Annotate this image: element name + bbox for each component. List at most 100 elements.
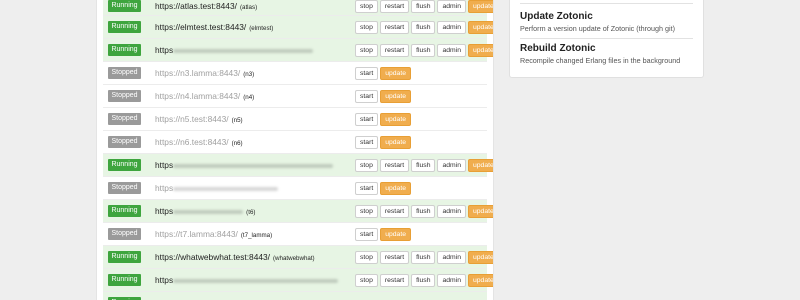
site-name: (n4) (243, 94, 255, 101)
site-url-text[interactable]: https (155, 160, 173, 170)
restart-button[interactable]: restart (379, 21, 410, 34)
flush-button[interactable]: flush (411, 0, 436, 13)
admin-button[interactable]: admin (437, 21, 466, 34)
stop-button[interactable]: stop (355, 0, 378, 13)
site-row: Running https stop restart flush admin update (103, 154, 493, 177)
site-url-text[interactable]: https://whatwebwhat.test:8443/ (155, 252, 270, 262)
rebuild-zotonic-item[interactable]: Rebuild Zotonic Recompile changed Erlang… (520, 43, 693, 73)
status-badge: Running (108, 251, 141, 263)
start-button[interactable]: start (355, 90, 379, 103)
site-url[interactable]: https://n3.lamma:8443/(n3) (155, 62, 254, 85)
update-button[interactable]: update (380, 67, 412, 80)
flush-button[interactable]: flush (411, 21, 436, 34)
redacted-url (173, 209, 244, 214)
site-row: Running https://whatwebwhat.test:8443/(wh… (103, 246, 493, 269)
redacted-url (173, 163, 334, 168)
site-url-text[interactable]: https (155, 45, 173, 55)
restart-button[interactable]: restart (379, 0, 410, 13)
site-row: Running (103, 292, 487, 300)
site-url[interactable]: https (155, 39, 316, 62)
update-button[interactable]: update (380, 182, 412, 195)
stop-button[interactable]: stop (355, 205, 378, 218)
site-url-text[interactable]: https://n6.test:8443/ (155, 137, 229, 147)
rebuild-zotonic-desc: Recompile changed Erlang files in the ba… (520, 56, 681, 65)
update-zotonic-title[interactable]: Update Zotonic (520, 11, 693, 22)
admin-button[interactable]: admin (437, 0, 466, 13)
site-url-text[interactable]: https (155, 206, 173, 216)
site-url[interactable]: https://n5.test:8443/(n5) (155, 108, 243, 131)
rebuild-zotonic-title[interactable]: Rebuild Zotonic (520, 43, 693, 54)
site-url-text[interactable]: https://elmtest.test:8443/ (155, 22, 246, 32)
stop-button[interactable]: stop (355, 274, 378, 287)
restart-button[interactable]: restart (379, 159, 410, 172)
restart-button[interactable]: restart (379, 274, 410, 287)
restart-button[interactable]: restart (379, 44, 410, 57)
update-button[interactable]: update (468, 159, 493, 172)
site-actions: stop restart flush admin update (355, 205, 493, 218)
site-url[interactable]: https (155, 269, 341, 292)
status-badge: Stopped (108, 67, 141, 79)
stop-button[interactable]: stop (355, 21, 378, 34)
sites-panel: Running https://atlas.test:8443/(atlas) st… (96, 0, 494, 300)
flush-button[interactable]: flush (411, 44, 436, 57)
site-url[interactable]: https://whatwebwhat.test:8443/(whatwebwh… (155, 246, 315, 269)
site-url-text[interactable]: https://n3.lamma:8443/ (155, 68, 240, 78)
update-button[interactable]: update (468, 0, 493, 13)
site-row: Stopped https://n3.lamma:8443/(n3) start up… (103, 62, 487, 85)
update-button[interactable]: update (380, 113, 412, 126)
flush-button[interactable]: flush (411, 274, 436, 287)
start-button[interactable]: start (355, 182, 379, 195)
site-url-text[interactable]: https (155, 275, 173, 285)
admin-button[interactable]: admin (437, 159, 466, 172)
site-row: Running https://atlas.test:8443/(atlas) st… (103, 0, 493, 16)
site-url[interactable]: https://t7.lamma:8443/(t7_lamma) (155, 223, 272, 246)
admin-button[interactable]: admin (437, 251, 466, 264)
flush-button[interactable]: flush (411, 159, 436, 172)
restart-button[interactable]: restart (379, 205, 410, 218)
site-name: (whatwebwhat) (273, 255, 315, 262)
site-url[interactable]: https://n6.test:8443/(n6) (155, 131, 243, 154)
update-button[interactable]: update (380, 136, 412, 149)
start-button[interactable]: start (355, 136, 379, 149)
site-row: Stopped https://n4.lamma:8443/(n4) start up… (103, 85, 487, 108)
site-url[interactable]: https://atlas.test:8443/(atlas) (155, 0, 257, 16)
update-button[interactable]: update (468, 44, 493, 57)
flush-button[interactable]: flush (411, 251, 436, 264)
site-url[interactable] (155, 292, 158, 300)
start-button[interactable]: start (355, 67, 379, 80)
site-actions: start update (355, 67, 412, 80)
start-button[interactable]: start (355, 113, 379, 126)
site-url[interactable]: https://elmtest.test:8443/(elmtest) (155, 16, 273, 39)
status-badge: Running (108, 205, 141, 217)
site-row: Running https stop restart flush admin update (103, 269, 493, 292)
admin-button[interactable]: admin (437, 274, 466, 287)
site-actions: start update (355, 228, 412, 241)
stop-button[interactable]: stop (355, 44, 378, 57)
site-row: Stopped https://n5.test:8443/(n5) start upd… (103, 108, 487, 131)
admin-button[interactable]: admin (437, 205, 466, 218)
site-url[interactable]: https (155, 154, 336, 177)
site-url[interactable]: https (155, 177, 281, 200)
site-url-text[interactable]: https://atlas.test:8443/ (155, 1, 237, 11)
site-url-text[interactable]: https (155, 183, 173, 193)
update-zotonic-item[interactable]: Update Zotonic Perform a version update … (520, 11, 693, 41)
site-url[interactable]: https://n4.lamma:8443/(n4) (155, 85, 254, 108)
site-url-text[interactable]: https://n5.test:8443/ (155, 114, 229, 124)
update-button[interactable]: update (468, 251, 493, 264)
stop-button[interactable]: stop (355, 159, 378, 172)
update-button[interactable]: update (468, 21, 493, 34)
flush-button[interactable]: flush (411, 205, 436, 218)
site-url-text[interactable]: https://n4.lamma:8443/ (155, 91, 240, 101)
site-url-text[interactable]: https://t7.lamma:8443/ (155, 229, 238, 239)
site-url[interactable]: https (t6) (155, 200, 255, 223)
redacted-url (173, 48, 314, 53)
admin-button[interactable]: admin (437, 44, 466, 57)
restart-button[interactable]: restart (379, 251, 410, 264)
update-button[interactable]: update (380, 228, 412, 241)
status-badge: Stopped (108, 136, 141, 148)
stop-button[interactable]: stop (355, 251, 378, 264)
start-button[interactable]: start (355, 228, 379, 241)
update-button[interactable]: update (380, 90, 412, 103)
update-button[interactable]: update (468, 274, 493, 287)
update-button[interactable]: update (468, 205, 493, 218)
